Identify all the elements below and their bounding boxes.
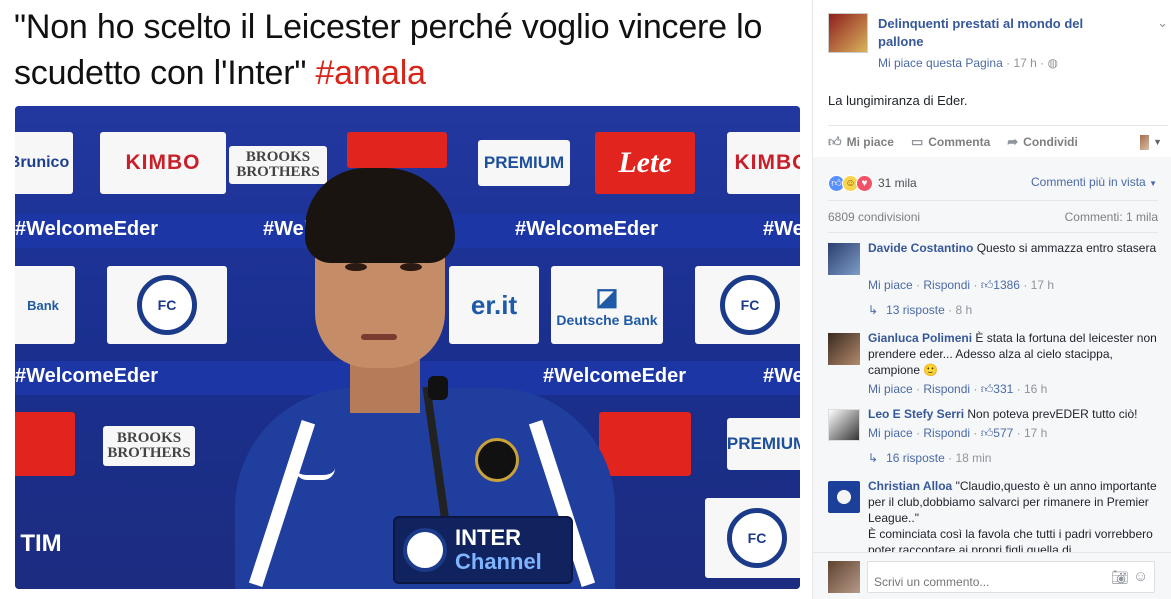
comment-likes-count[interactable]: 1386 (993, 278, 1020, 292)
comment-icon: ▭ (910, 133, 924, 149)
page-avatar[interactable] (828, 13, 868, 53)
avatar[interactable] (828, 481, 860, 513)
love-reaction-icon: ♥ (856, 174, 873, 192)
comment-text: Non poteva prevEDER tutto ciò! (967, 407, 1138, 421)
post-header: Delinquenti prestati al mondo del pallon… (828, 13, 1168, 73)
comment-list: Davide Costantino Questo si ammazza entr… (828, 240, 1168, 552)
comment-button[interactable]: ▭ Commenta (911, 134, 990, 150)
inter-crest-icon: FC (137, 275, 197, 335)
comment-author[interactable]: Christian Alloa (868, 479, 952, 493)
channel-line-1: INTER (455, 525, 521, 550)
brand-swoosh-icon (295, 468, 335, 480)
sponsor-tile-brooks-2: BROOKS BROTHERS (103, 426, 195, 466)
comment-reply-link[interactable]: Rispondi (923, 278, 970, 292)
post-meta: Mi piace questa Pagina · 17 h · ◍ (878, 56, 1058, 70)
comment-meta: Mi piace · Rispondi · 👍︎577 · 17 h (868, 426, 1048, 440)
comment-like-link[interactable]: Mi piace (868, 382, 913, 396)
sponsor-tile-bank-edge: Bank (15, 266, 75, 344)
share-icon: ➦ (1007, 133, 1019, 149)
comment-meta: Mi piace · Rispondi · 👍︎331 · 16 h (868, 382, 1048, 396)
globe-icon: ◍ (1047, 56, 1058, 70)
comment-likes-count[interactable]: 331 (993, 382, 1013, 396)
sponsor-tile-kimbo: KIMBO (100, 132, 226, 194)
sponsor-tile-red (347, 132, 447, 168)
thumbs-up-icon: 👍︎ (980, 426, 994, 440)
camera-icon[interactable]: 📷︎ (1111, 569, 1129, 586)
shares-count[interactable]: 6809 condivisioni (828, 210, 920, 224)
comment-text: Questo si ammazza entro stasera (976, 241, 1157, 255)
comment-author[interactable]: Davide Costantino (868, 241, 973, 255)
meme-panel: "Non ho scelto il Leicester perché vogli… (0, 0, 812, 599)
reactions-count: 31 mila (878, 176, 917, 190)
thumbs-up-icon: 👍︎ (828, 133, 842, 149)
caption-hashtag[interactable]: #amala (315, 54, 426, 92)
comment-time[interactable]: 17 h (1031, 278, 1054, 292)
sponsor-tile-kimbo-2: KIMBO (727, 132, 800, 194)
page-name-link[interactable]: Delinquenti prestati al mondo del pallon… (878, 15, 1128, 51)
inter-logo-tile-3: FC (705, 498, 800, 578)
avatar[interactable] (828, 243, 860, 275)
inter-crest-icon (403, 528, 447, 572)
microphone-icon (428, 376, 448, 400)
comment-reply-link[interactable]: Rispondi (923, 382, 970, 396)
press-conference-photo: Brunico KIMBO BROOKS BROTHERS PREMIUM Le… (15, 106, 800, 589)
like-button[interactable]: 👍︎ Mi piace (828, 134, 894, 150)
club-badge-icon (475, 438, 519, 482)
comment-time[interactable]: 16 h (1024, 382, 1047, 396)
channel-line-2: Channel (455, 549, 542, 574)
player-hair (305, 168, 455, 263)
comments-count: Commenti: 1 mila (1064, 209, 1158, 224)
post-as-selector[interactable]: ▼ (1140, 133, 1162, 151)
post-sidebar: Delinquenti prestati al mondo del pallon… (812, 0, 1171, 599)
comment-author[interactable]: Gianluca Polimeni (868, 331, 972, 345)
thumbs-up-icon: 👍︎ (980, 382, 994, 396)
comment-reply-link[interactable]: Rispondi (923, 426, 970, 440)
comment-likes-count[interactable]: 577 (993, 426, 1013, 440)
comment-like-link[interactable]: Mi piace (868, 426, 913, 440)
thumbs-up-icon: 👍︎ (980, 278, 994, 292)
sponsor-tile-tim: TIM (20, 530, 62, 557)
inter-channel-plate: INTER Channel (393, 516, 573, 584)
comment-time[interactable]: 17 h (1024, 426, 1047, 440)
avatar (828, 561, 860, 593)
reply-arrow-icon: ↳ (868, 451, 879, 465)
caret-down-icon: ▼ (1153, 137, 1162, 147)
avatar[interactable] (828, 333, 860, 365)
comment-text-continued: È cominciata così la favola che tutti i … (868, 527, 1153, 552)
inter-crest-icon: FC (720, 275, 780, 335)
reply-arrow-icon: ↳ (868, 303, 879, 317)
post-timestamp[interactable]: 17 h (1013, 56, 1036, 70)
caret-down-icon: ▼ (1149, 179, 1157, 188)
emoji-icon[interactable]: ☺ (1133, 568, 1148, 585)
comment-like-link[interactable]: Mi piace (868, 278, 913, 292)
inter-logo-tile-2: FC (695, 266, 800, 344)
share-comment-counts: 6809 condivisioni Commenti: 1 mila (828, 200, 1158, 233)
view-replies-link[interactable]: ↳ 16 risposte · 18 min (868, 451, 991, 465)
sponsor-tile-brunico: Brunico (15, 132, 73, 194)
avatar (1140, 134, 1150, 150)
comment-author[interactable]: Leo E Stefy Serri (868, 407, 964, 421)
sponsor-tile-premium-2: PREMIUM (727, 418, 800, 470)
avatar[interactable] (828, 409, 860, 441)
inter-logo-tile: FC (107, 266, 227, 344)
sponsor-tile-red-2 (15, 412, 75, 476)
view-replies-link[interactable]: ↳ 13 risposte · 8 h (868, 303, 972, 317)
comment-sort-dropdown[interactable]: Commenti più in vista ▼ (1031, 175, 1157, 189)
chevron-down-icon[interactable]: ⌄ (1157, 15, 1168, 31)
meme-caption: "Non ho scelto il Leicester perché vogli… (14, 4, 804, 96)
comment-meta: Mi piace · Rispondi · 👍︎1386 · 17 h (868, 278, 1055, 292)
share-button[interactable]: ➦ Condividi (1007, 134, 1078, 150)
comment-composer: 📷︎ ☺ (813, 552, 1171, 599)
like-page-link[interactable]: Mi piace questa Pagina (878, 56, 1003, 70)
inter-crest-icon: FC (727, 508, 787, 568)
post-text: La lungimiranza di Eder. (828, 93, 968, 108)
post-actions: 👍︎ Mi piace ▭ Commenta ➦ Condividi ▼ (828, 125, 1168, 157)
